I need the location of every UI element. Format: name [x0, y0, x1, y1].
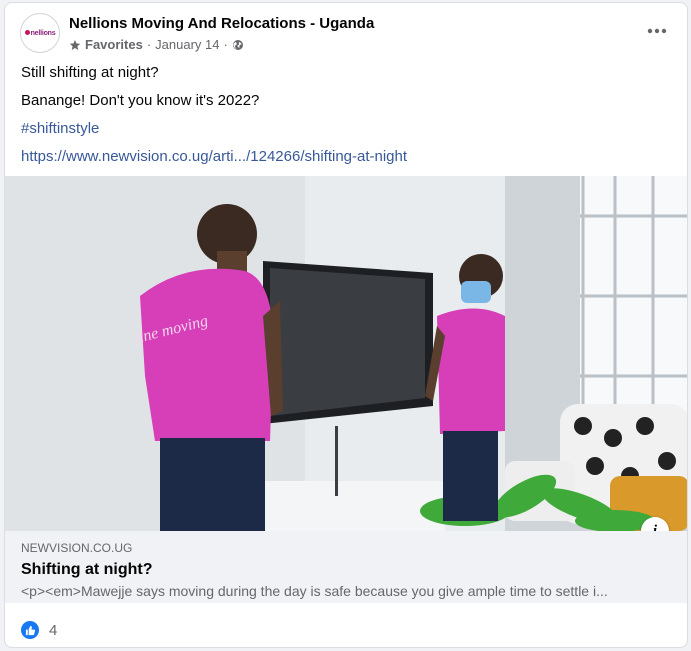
post-date[interactable]: January 14: [155, 37, 219, 52]
post-line-2: Banange! Don't you know it's 2022?: [21, 92, 260, 109]
link-preview-meta[interactable]: NEWVISION.CO.UG Shifting at night? <p><e…: [5, 531, 687, 603]
meta-separator: ·: [223, 37, 228, 52]
more-icon: [647, 28, 667, 34]
preview-title: Shifting at night?: [21, 561, 153, 578]
post-line-1: Still shifting at night?: [21, 64, 159, 81]
more-options-button[interactable]: [643, 19, 671, 43]
page-name-link[interactable]: Nellions Moving And Relocations - Uganda: [69, 15, 374, 32]
movers-photo: fine moving: [5, 176, 687, 531]
like-icon: [21, 621, 39, 639]
post-text: Still shifting at night? Banange! Don't …: [21, 63, 407, 175]
preview-description: <p><em>Mawejje says moving during the da…: [21, 583, 608, 599]
reaction-count: 4: [49, 621, 58, 639]
globe-icon[interactable]: [232, 39, 244, 51]
post-header: nellions Nellions Moving And Relocations…: [5, 3, 687, 63]
link-preview-image[interactable]: fine moving: [5, 176, 687, 531]
reactions-summary[interactable]: 4: [21, 621, 57, 639]
favorites-label[interactable]: Favorites: [85, 37, 143, 52]
post-meta: Favorites · January 14 ·: [69, 37, 244, 52]
star-icon: [69, 39, 81, 51]
hashtag-link[interactable]: #shiftinstyle: [21, 120, 99, 137]
page-avatar[interactable]: nellions: [20, 13, 60, 53]
preview-domain: NEWVISION.CO.UG: [21, 541, 133, 555]
article-url-link[interactable]: https://www.newvision.co.ug/arti.../1242…: [21, 148, 407, 165]
avatar-logo: nellions: [24, 30, 56, 37]
meta-separator: ·: [146, 37, 152, 52]
post-card: nellions Nellions Moving And Relocations…: [4, 2, 688, 648]
